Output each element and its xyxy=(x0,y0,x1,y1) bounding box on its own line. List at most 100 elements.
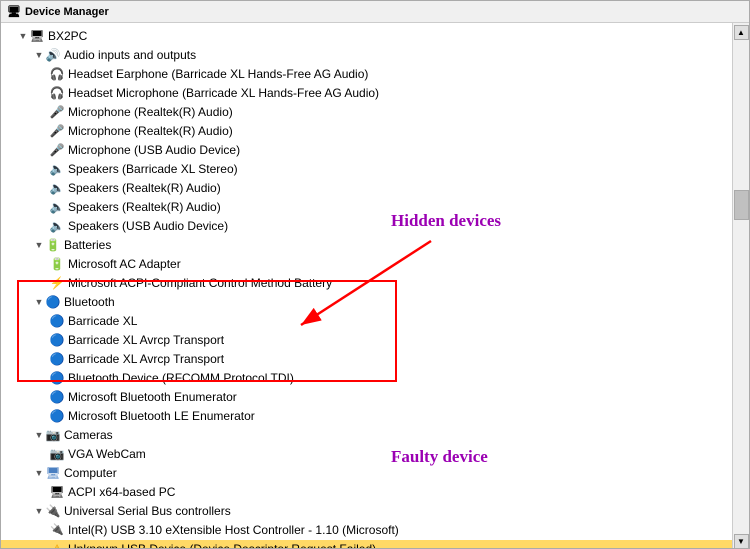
bt-icon-3: 🔵 xyxy=(49,352,65,368)
cameras-arrow: ▼ xyxy=(33,430,45,442)
bt-item-label-2: Barricade XL Avrcp Transport xyxy=(68,332,224,349)
section-audio[interactable]: ▼ 🔊 Audio inputs and outputs xyxy=(1,46,732,65)
audio-item-3[interactable]: 🎤 Microphone (Realtek(R) Audio) xyxy=(1,103,732,122)
bluetooth-arrow: ▼ xyxy=(33,297,45,309)
audio-device-icon-3: 🎤 xyxy=(49,105,65,121)
usb-item-2-faulty[interactable]: ⚠ Unknown USB Device (Device Descriptor … xyxy=(1,540,732,548)
computer-arrow: ▼ xyxy=(33,468,45,480)
audio-device-icon-4: 🎤 xyxy=(49,124,65,140)
warning-icon: ⚠ xyxy=(49,542,65,549)
battery-device-icon-1: 🔋 xyxy=(49,257,65,273)
audio-item-7[interactable]: 🔈 Speakers (Realtek(R) Audio) xyxy=(1,179,732,198)
section-cameras[interactable]: ▼ 📷 Cameras xyxy=(1,426,732,445)
bt-item-3[interactable]: 🔵 Barricade XL Avrcp Transport xyxy=(1,350,732,369)
bt-item-label-1: Barricade XL xyxy=(68,313,137,330)
audio-device-icon-9: 🔈 xyxy=(49,219,65,235)
bt-icon-5: 🔵 xyxy=(49,390,65,406)
title-icon: 🖥 xyxy=(7,5,21,18)
battery-item-2[interactable]: ⚡ Microsoft ACPI-Compliant Control Metho… xyxy=(1,274,732,293)
bt-item-6[interactable]: 🔵 Microsoft Bluetooth LE Enumerator xyxy=(1,407,732,426)
tree-root[interactable]: ▼ 🖥 BX2PC xyxy=(1,27,732,46)
title-bar: 🖥 Device Manager xyxy=(1,1,749,23)
audio-item-6[interactable]: 🔈 Speakers (Barricade XL Stereo) xyxy=(1,160,732,179)
bt-item-label-3: Barricade XL Avrcp Transport xyxy=(68,351,224,368)
bt-icon-2: 🔵 xyxy=(49,333,65,349)
section-computer[interactable]: ▼ 🖥 Computer xyxy=(1,464,732,483)
audio-device-icon-2: 🎧 xyxy=(49,86,65,102)
usb-arrow: ▼ xyxy=(33,506,45,518)
bt-item-4[interactable]: 🔵 Bluetooth Device (RFCOMM Protocol TDI) xyxy=(1,369,732,388)
audio-device-icon-7: 🔈 xyxy=(49,181,65,197)
audio-device-icon-6: 🔈 xyxy=(49,162,65,178)
usb-device-icon-1: 🔌 xyxy=(49,523,65,539)
scrollbar[interactable]: ▲ ▼ xyxy=(732,23,749,548)
audio-item-8[interactable]: 🔈 Speakers (Realtek(R) Audio) xyxy=(1,198,732,217)
section-bluetooth[interactable]: ▼ 🔵 Bluetooth xyxy=(1,293,732,312)
camera-item-1[interactable]: 📷 VGA WebCam xyxy=(1,445,732,464)
audio-item-4[interactable]: 🎤 Microphone (Realtek(R) Audio) xyxy=(1,122,732,141)
audio-item-label-8: Speakers (Realtek(R) Audio) xyxy=(68,199,221,216)
cameras-icon: 📷 xyxy=(45,428,61,444)
audio-icon: 🔊 xyxy=(45,48,61,64)
bt-item-2[interactable]: 🔵 Barricade XL Avrcp Transport xyxy=(1,331,732,350)
usb-item-label-2: Unknown USB Device (Device Descriptor Re… xyxy=(68,541,376,548)
root-label: BX2PC xyxy=(48,28,87,45)
camera-item-label-1: VGA WebCam xyxy=(68,446,146,463)
bt-item-5[interactable]: 🔵 Microsoft Bluetooth Enumerator xyxy=(1,388,732,407)
battery-item-1[interactable]: 🔋 Microsoft AC Adapter xyxy=(1,255,732,274)
usb-item-1[interactable]: 🔌 Intel(R) USB 3.10 eXtensible Host Cont… xyxy=(1,521,732,540)
cameras-label: Cameras xyxy=(64,427,113,444)
audio-item-label-6: Speakers (Barricade XL Stereo) xyxy=(68,161,238,178)
audio-device-icon: 🎧 xyxy=(49,67,65,83)
audio-item-9[interactable]: 🔈 Speakers (USB Audio Device) xyxy=(1,217,732,236)
audio-item-2[interactable]: 🎧 Headset Microphone (Barricade XL Hands… xyxy=(1,84,732,103)
audio-item-label-4: Microphone (Realtek(R) Audio) xyxy=(68,123,233,140)
audio-item-label-7: Speakers (Realtek(R) Audio) xyxy=(68,180,221,197)
computer-icon: 🖥 xyxy=(29,29,45,45)
bt-item-label-5: Microsoft Bluetooth Enumerator xyxy=(68,389,237,406)
bt-item-label-6: Microsoft Bluetooth LE Enumerator xyxy=(68,408,255,425)
audio-item-label: Headset Earphone (Barricade XL Hands-Fre… xyxy=(68,66,368,83)
device-manager-window: 🖥 Device Manager ▼ 🖥 BX2PC ▼ 🔊 Audio inp… xyxy=(0,0,750,549)
section-batteries[interactable]: ▼ 🔋 Batteries xyxy=(1,236,732,255)
bt-icon-6: 🔵 xyxy=(49,409,65,425)
scroll-down-button[interactable]: ▼ xyxy=(734,534,749,548)
audio-item-1[interactable]: 🎧 Headset Earphone (Barricade XL Hands-F… xyxy=(1,65,732,84)
scrollbar-thumb[interactable] xyxy=(734,190,749,220)
audio-device-icon-5: 🎤 xyxy=(49,143,65,159)
usb-item-label-1: Intel(R) USB 3.10 eXtensible Host Contro… xyxy=(68,522,399,539)
battery-item-label-1: Microsoft AC Adapter xyxy=(68,256,181,273)
computer-section-icon: 🖥 xyxy=(45,466,61,482)
computer-item-label-1: ACPI x64-based PC xyxy=(68,484,175,501)
batteries-label: Batteries xyxy=(64,237,111,254)
batteries-arrow: ▼ xyxy=(33,240,45,252)
batteries-icon: 🔋 xyxy=(45,238,61,254)
battery-item-label-2: Microsoft ACPI-Compliant Control Method … xyxy=(68,275,332,292)
audio-item-label-5: Microphone (USB Audio Device) xyxy=(68,142,240,159)
audio-item-label-2: Headset Microphone (Barricade XL Hands-F… xyxy=(68,85,379,102)
bluetooth-section-icon: 🔵 xyxy=(45,295,61,311)
audio-item-label-9: Speakers (USB Audio Device) xyxy=(68,218,228,235)
bt-item-label-4: Bluetooth Device (RFCOMM Protocol TDI) xyxy=(68,370,294,387)
content-area: ▼ 🖥 BX2PC ▼ 🔊 Audio inputs and outputs 🎧… xyxy=(1,23,749,548)
usb-section-icon: 🔌 xyxy=(45,504,61,520)
expand-arrow: ▼ xyxy=(17,31,29,43)
battery-device-icon-2: ⚡ xyxy=(49,276,65,292)
audio-label: Audio inputs and outputs xyxy=(64,47,196,64)
bt-item-1[interactable]: 🔵 Barricade XL xyxy=(1,312,732,331)
computer-item-1[interactable]: 🖥 ACPI x64-based PC xyxy=(1,483,732,502)
computer-device-icon-1: 🖥 xyxy=(49,485,65,501)
section-usb[interactable]: ▼ 🔌 Universal Serial Bus controllers xyxy=(1,502,732,521)
audio-device-icon-8: 🔈 xyxy=(49,200,65,216)
audio-item-label-3: Microphone (Realtek(R) Audio) xyxy=(68,104,233,121)
window-title: Device Manager xyxy=(25,6,109,18)
computer-section-label: Computer xyxy=(64,465,117,482)
scroll-up-button[interactable]: ▲ xyxy=(734,25,749,40)
camera-device-icon-1: 📷 xyxy=(49,447,65,463)
usb-label: Universal Serial Bus controllers xyxy=(64,503,231,520)
audio-item-5[interactable]: 🎤 Microphone (USB Audio Device) xyxy=(1,141,732,160)
audio-arrow: ▼ xyxy=(33,50,45,62)
device-tree[interactable]: ▼ 🖥 BX2PC ▼ 🔊 Audio inputs and outputs 🎧… xyxy=(1,23,732,548)
bt-icon-1: 🔵 xyxy=(49,314,65,330)
bluetooth-label: Bluetooth xyxy=(64,294,115,311)
